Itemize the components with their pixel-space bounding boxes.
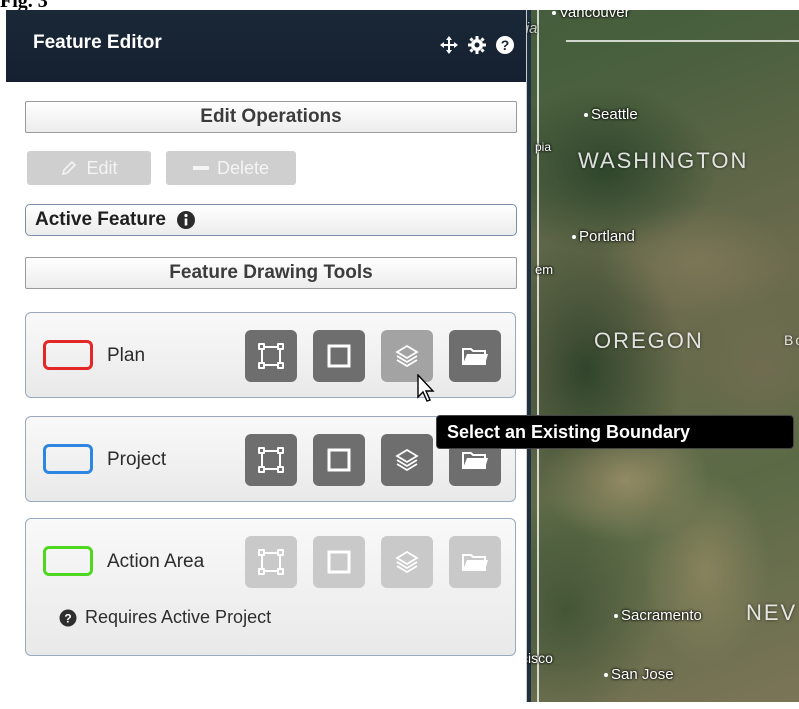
map-state-nevada: NEV bbox=[746, 600, 798, 625]
plan-color-swatch bbox=[43, 340, 93, 370]
map-city-vancouver: Vancouver bbox=[552, 10, 630, 21]
folder-icon bbox=[462, 452, 488, 469]
folder-icon bbox=[462, 554, 488, 571]
draw-rectangle-icon bbox=[327, 344, 351, 368]
help-icon[interactable]: ? bbox=[494, 34, 516, 56]
draw-polygon-button[interactable] bbox=[245, 434, 297, 486]
feature-editor-panel: Feature Editor ? Edit Operations Edit De… bbox=[6, 10, 527, 702]
delete-button-label: Delete bbox=[216, 157, 270, 178]
mouse-cursor-icon bbox=[417, 373, 437, 409]
plan-card: Plan bbox=[25, 312, 516, 398]
map-city-portland: Portland bbox=[572, 228, 635, 245]
layers-icon bbox=[395, 550, 419, 574]
project-color-swatch bbox=[43, 444, 93, 474]
open-file-button[interactable] bbox=[449, 330, 501, 382]
edit-button[interactable]: Edit bbox=[27, 151, 151, 185]
draw-rectangle-button[interactable] bbox=[313, 434, 365, 486]
edit-button-label: Edit bbox=[86, 157, 118, 178]
tooltip: Select an Existing Boundary bbox=[436, 415, 794, 449]
panel-header: Feature Editor ? bbox=[6, 10, 526, 82]
draw-rectangle-icon bbox=[327, 448, 351, 472]
map-state-washington: WASHINGTON bbox=[578, 148, 749, 173]
delete-button[interactable]: Delete bbox=[166, 151, 296, 185]
move-icon[interactable] bbox=[438, 34, 460, 56]
map-city-sacramento: Sacramento bbox=[614, 607, 702, 624]
action-area-card: Action Area ? Requires Active Project bbox=[25, 518, 516, 656]
select-existing-boundary-button[interactable] bbox=[381, 536, 433, 588]
draw-rectangle-icon bbox=[327, 550, 351, 574]
active-feature-label: Active Feature bbox=[35, 209, 166, 230]
layers-icon bbox=[395, 344, 419, 368]
header-icons: ? bbox=[438, 34, 516, 56]
map-state-border bbox=[537, 10, 539, 702]
plan-label: Plan bbox=[107, 345, 146, 366]
draw-rectangle-button[interactable] bbox=[313, 330, 365, 382]
svg-text:?: ? bbox=[64, 611, 71, 625]
map-country-border bbox=[566, 40, 799, 42]
map-state-idaho: Bo bbox=[784, 332, 799, 348]
gear-icon[interactable] bbox=[466, 34, 488, 56]
map-state-oregon: OREGON bbox=[594, 328, 704, 353]
feature-drawing-tools-header[interactable]: Feature Drawing Tools bbox=[25, 257, 517, 289]
help-icon: ? bbox=[59, 609, 77, 626]
minus-icon bbox=[192, 166, 209, 170]
active-feature-bar[interactable]: Active Feature bbox=[25, 204, 517, 236]
draw-polygon-icon bbox=[258, 343, 284, 369]
project-label: Project bbox=[107, 449, 167, 470]
action-area-label: Action Area bbox=[107, 551, 205, 572]
edit-operations-header[interactable]: Edit Operations bbox=[25, 101, 517, 133]
requires-note: ? Requires Active Project bbox=[59, 607, 271, 628]
map-city-san-jose: San Jose bbox=[604, 666, 674, 683]
map-label-em: em bbox=[535, 262, 554, 277]
select-existing-boundary-button[interactable] bbox=[381, 434, 433, 486]
requires-note-text: Requires Active Project bbox=[85, 607, 272, 627]
draw-polygon-button[interactable] bbox=[245, 330, 297, 382]
pencil-icon bbox=[62, 160, 77, 176]
action-area-color-swatch bbox=[43, 546, 93, 576]
draw-polygon-button[interactable] bbox=[245, 536, 297, 588]
map-city-seattle: Seattle bbox=[584, 106, 638, 123]
folder-icon bbox=[462, 348, 488, 365]
draw-rectangle-button[interactable] bbox=[313, 536, 365, 588]
map-label-pia: pia bbox=[535, 140, 552, 154]
panel-title: Feature Editor bbox=[33, 32, 162, 53]
open-file-button[interactable] bbox=[449, 536, 501, 588]
info-icon[interactable] bbox=[176, 210, 196, 230]
draw-polygon-icon bbox=[258, 549, 284, 575]
svg-text:?: ? bbox=[501, 37, 510, 53]
layers-icon bbox=[395, 448, 419, 472]
draw-polygon-icon bbox=[258, 447, 284, 473]
